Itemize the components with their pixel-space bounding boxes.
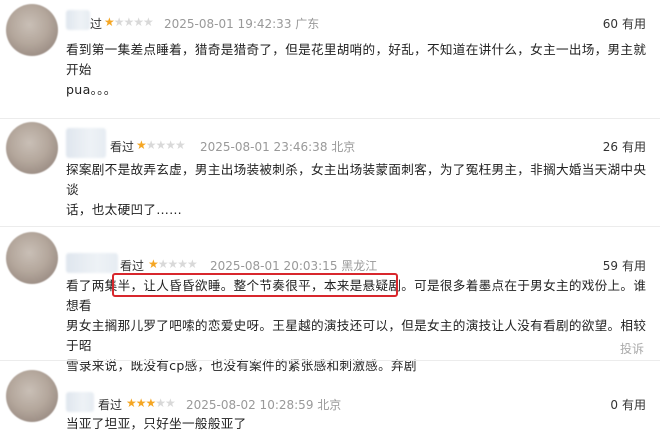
username-blurred[interactable]	[66, 253, 118, 273]
useful-label: 有用	[621, 259, 646, 273]
useful-label: 有用	[621, 140, 646, 154]
review-meta: 2025-08-01 20:03:15 黑龙江	[210, 257, 377, 274]
review-location: 北京	[317, 398, 342, 412]
useful-count: 26	[602, 140, 618, 154]
useful-button[interactable]: 0 有用	[610, 396, 646, 413]
review-location: 黑龙江	[341, 259, 378, 273]
divider	[0, 360, 660, 361]
rating-stars: ★★★★★	[148, 257, 198, 271]
useful-button[interactable]: 59 有用	[603, 257, 646, 274]
watch-status: 看过	[98, 398, 123, 412]
rating-stars: ★★★★★	[136, 138, 186, 152]
review-meta: 2025-08-01 19:42:33 广东	[164, 15, 319, 32]
rating-stars: ★★★★★	[104, 15, 154, 29]
useful-count: 59	[602, 259, 618, 273]
review-text: 当亚了坦亚，只好坐一般般亚了	[66, 414, 648, 434]
review-line: 男女主搁那儿罗了吧嗦的恋爱史呀。王星越的演技还可以，但是女主的演技让人没有看剧的…	[66, 318, 647, 353]
review-line: 话，也太硬凹了……	[66, 202, 183, 217]
avatar[interactable]	[6, 232, 58, 284]
useful-label: 有用	[621, 398, 646, 412]
avatar[interactable]	[6, 122, 58, 174]
review-line: 雪录来说，既没有cp感，也没有案件的紧张感和刺激感。弃剧	[66, 358, 417, 373]
useful-button[interactable]: 26 有用	[603, 138, 646, 155]
star-icon: ★★★	[126, 396, 156, 410]
watch-status: 过	[90, 17, 103, 31]
watch-status: 看过	[110, 140, 135, 154]
star-icon: ★	[136, 138, 147, 152]
divider	[0, 226, 660, 227]
username-blurred[interactable]	[66, 128, 106, 158]
review-location: 广东	[295, 17, 320, 31]
username-blurred[interactable]	[66, 392, 94, 412]
useful-count: 0	[610, 398, 618, 412]
review-meta: 2025-08-02 10:28:59 北京	[186, 396, 341, 413]
useful-label: 有用	[621, 17, 646, 31]
review-date: 2025-08-01 23:46:38	[200, 140, 328, 154]
review-line: 探案剧不是故弄玄虚，男主出场装被刺杀，女主出场装蒙面刺客，为了冤枉男主，非搁大婚…	[66, 162, 647, 197]
star-icon: ★★	[155, 396, 175, 410]
review-text: 看到第一集差点睡着，猎奇是猎奇了，但是花里胡哨的，好乱，不知道在讲什么，女主一出…	[66, 40, 648, 100]
watch-status: 看过	[120, 259, 145, 273]
review-line: pua。。。	[66, 82, 117, 97]
review-meta: 2025-08-01 23:46:38 北京	[200, 138, 355, 155]
review-location: 北京	[331, 140, 356, 154]
review-date: 2025-08-01 20:03:15	[210, 259, 338, 273]
star-icon: ★★★★	[113, 15, 154, 29]
star-icon: ★★★★	[145, 138, 186, 152]
review-date: 2025-08-02 10:28:59	[186, 398, 314, 412]
review-line: 当亚了坦亚，只好坐一般般亚了	[66, 416, 247, 431]
review-line: 看到第一集差点睡着，猎奇是猎奇了，但是花里胡哨的，好乱，不知道在讲什么，女主一出…	[66, 42, 647, 77]
star-icon: ★	[148, 257, 159, 271]
avatar[interactable]	[6, 4, 58, 56]
useful-button[interactable]: 60 有用	[603, 15, 646, 32]
username-blurred[interactable]	[66, 10, 90, 30]
review-date: 2025-08-01 19:42:33	[164, 17, 292, 31]
report-link[interactable]: 投诉	[620, 340, 644, 357]
rating-stars: ★★★★★	[126, 396, 176, 410]
star-icon: ★	[104, 15, 115, 29]
review-text: 探案剧不是故弄玄虚，男主出场装被刺杀，女主出场装蒙面刺客，为了冤枉男主，非搁大婚…	[66, 160, 648, 220]
star-icon: ★★★★	[157, 257, 198, 271]
divider	[0, 118, 660, 119]
useful-count: 60	[602, 17, 618, 31]
avatar[interactable]	[6, 370, 58, 422]
highlight-box	[112, 273, 398, 297]
